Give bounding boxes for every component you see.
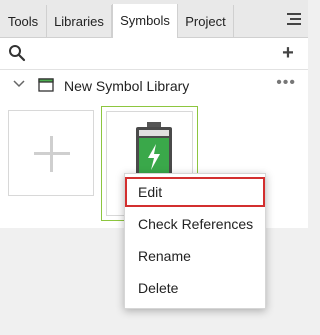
more-options-icon[interactable]: ••• [276,74,296,92]
menu-item-rename[interactable]: Rename [125,241,265,271]
add-symbol-tile[interactable] [8,110,94,196]
tab-project[interactable]: Project [178,5,234,38]
tab-tools[interactable]: Tools [0,5,47,38]
battery-charging-icon [136,122,172,178]
tab-bar: Tools Libraries Symbols Project [0,0,308,39]
chevron-down-icon[interactable] [13,80,25,88]
panel-menu-icon[interactable] [286,12,302,26]
menu-item-edit[interactable]: Edit [125,177,265,207]
symbols-toolbar: + [0,38,308,70]
context-menu: Edit Check References Rename Delete [124,173,266,309]
menu-item-delete[interactable]: Delete [125,273,265,303]
tab-symbols[interactable]: Symbols [112,4,178,39]
tab-libraries[interactable]: Libraries [47,5,112,38]
library-name: New Symbol Library [64,78,190,94]
plus-icon[interactable]: + [280,43,296,63]
library-folder-icon [38,78,54,92]
library-row[interactable]: New Symbol Library ••• [0,70,308,100]
menu-item-check-references[interactable]: Check References [125,209,265,239]
search-icon[interactable] [8,44,26,62]
